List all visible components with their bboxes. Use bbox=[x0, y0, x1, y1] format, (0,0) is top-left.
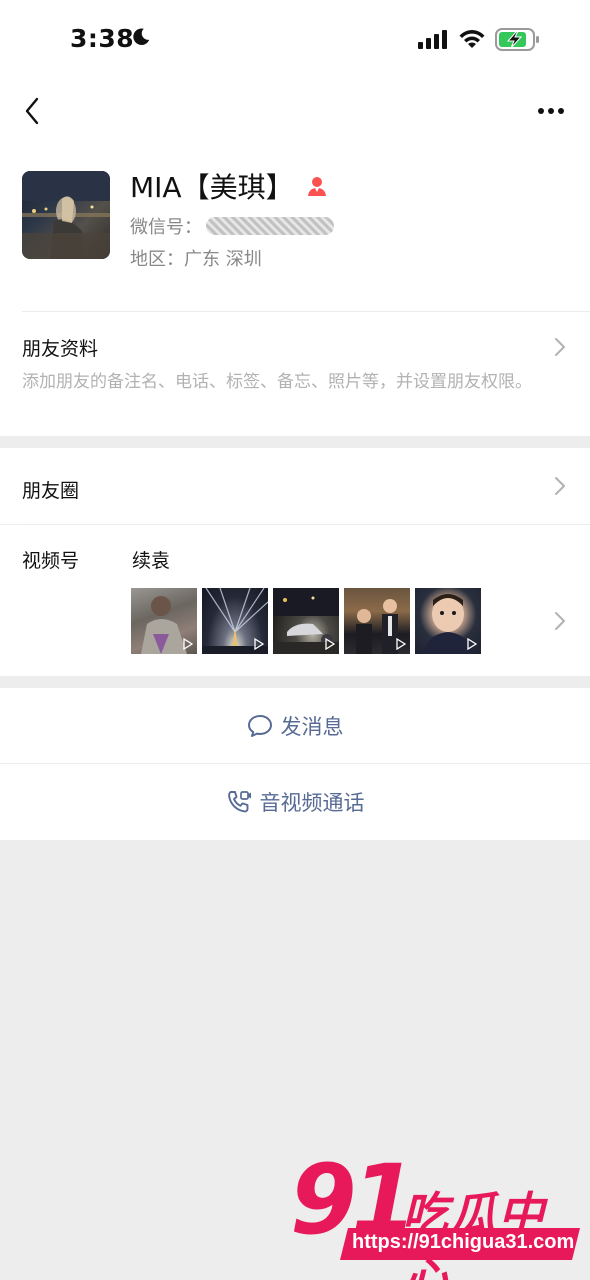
av-call-button[interactable]: 音视频通话 bbox=[0, 764, 590, 840]
avatar-photo bbox=[22, 171, 110, 259]
avatar[interactable] bbox=[22, 171, 110, 259]
wechat-id-redacted bbox=[206, 217, 334, 235]
friend-info-title: 朋友资料 bbox=[22, 338, 99, 360]
channels-title: 视频号 bbox=[22, 550, 80, 572]
chevron-right-icon bbox=[555, 477, 565, 495]
wifi-icon bbox=[459, 30, 485, 48]
region-row: 地区：广东 深圳 bbox=[130, 245, 262, 270]
battery-charging-icon bbox=[495, 28, 539, 51]
video-thumbnail[interactable] bbox=[344, 588, 410, 654]
watermark-logo: 91 吃瓜中心 https://91chigua31.com bbox=[290, 1150, 590, 1280]
more-button[interactable] bbox=[528, 88, 574, 134]
profile-header: MIA【美琪】 微信号： 地区：广东 深圳 bbox=[0, 144, 590, 312]
send-message-label: 发消息 bbox=[280, 714, 344, 739]
play-icon bbox=[467, 638, 477, 650]
channels-name: 续袁 bbox=[132, 550, 171, 572]
friend-info-cell[interactable]: 朋友资料 添加朋友的备注名、电话、标签、备忘、照片等，并设置朋友权限。 bbox=[0, 312, 590, 436]
channels-thumbnails bbox=[131, 588, 481, 654]
display-name: MIA【美琪】 bbox=[130, 171, 294, 204]
ellipsis-icon bbox=[538, 108, 564, 114]
video-call-icon bbox=[227, 791, 251, 813]
send-message-button[interactable]: 发消息 bbox=[0, 688, 590, 763]
nav-bar bbox=[0, 80, 590, 144]
status-time: 3:38 bbox=[70, 24, 135, 53]
play-icon bbox=[254, 638, 264, 650]
back-button[interactable] bbox=[14, 88, 50, 134]
female-user-icon bbox=[307, 177, 326, 196]
friend-info-description: 添加朋友的备注名、电话、标签、备忘、照片等，并设置朋友权限。 bbox=[22, 372, 532, 392]
video-thumbnail[interactable] bbox=[273, 588, 339, 654]
chevron-right-icon bbox=[555, 612, 565, 630]
region-value: 广东 深圳 bbox=[184, 249, 262, 270]
signal-icon bbox=[418, 30, 447, 49]
video-thumbnail[interactable] bbox=[131, 588, 197, 654]
name-row: MIA【美琪】 bbox=[130, 168, 328, 204]
av-call-label: 音视频通话 bbox=[259, 791, 365, 815]
chevron-left-icon bbox=[25, 97, 39, 125]
status-bar: 3:38 bbox=[0, 0, 590, 80]
chevron-right-icon bbox=[555, 338, 565, 356]
play-icon bbox=[183, 638, 193, 650]
play-icon bbox=[396, 638, 406, 650]
video-thumbnail[interactable] bbox=[202, 588, 268, 654]
video-thumbnail[interactable] bbox=[415, 588, 481, 654]
moments-cell[interactable]: 朋友圈 bbox=[0, 448, 590, 524]
wechat-id-row: 微信号： bbox=[130, 214, 334, 238]
moon-icon bbox=[133, 28, 150, 45]
watermark-url: https://91chigua31.com bbox=[352, 1231, 575, 1253]
chat-bubble-icon bbox=[247, 714, 272, 737]
play-icon bbox=[325, 638, 335, 650]
wechat-id-label: 微信号： bbox=[130, 217, 202, 238]
moments-title: 朋友圈 bbox=[22, 480, 80, 502]
region-label: 地区： bbox=[130, 249, 184, 270]
